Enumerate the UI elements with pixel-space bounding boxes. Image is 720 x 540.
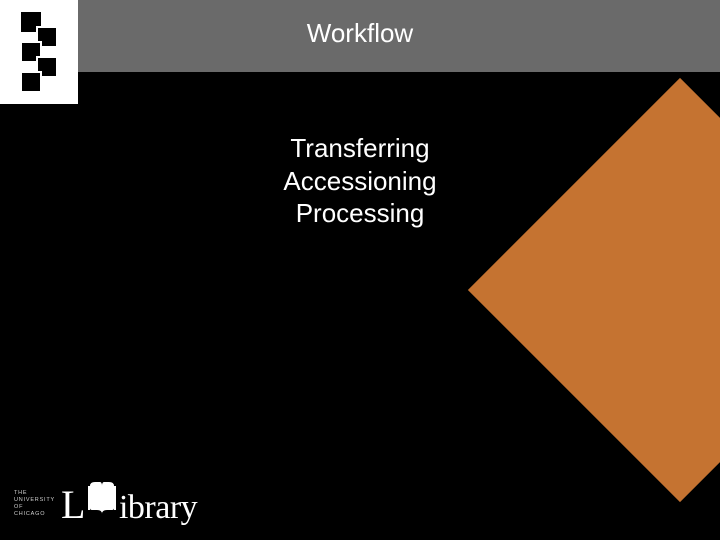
wordmark-rest: ibrary (119, 489, 197, 527)
institution-line: OF (14, 504, 55, 511)
body-text: Transferring Accessioning Processing (0, 132, 720, 230)
institution-name: THE UNIVERSITY OF CHICAGO (14, 490, 55, 518)
body-line: Accessioning (0, 165, 720, 198)
corner-logo (0, 0, 78, 104)
footer-logo: THE UNIVERSITY OF CHICAGO L ibrary (14, 480, 197, 528)
institution-line: UNIVERSITY (14, 497, 55, 504)
institution-line: CHICAGO (14, 511, 55, 518)
slide-title: Workflow (80, 0, 640, 49)
header-bar: Workflow (0, 0, 720, 72)
body-line: Transferring (0, 132, 720, 165)
wordmark-cap: L (61, 481, 85, 528)
slide: Workflow Transferring Accessioning Proce… (0, 0, 720, 540)
open-book-icon (87, 480, 117, 518)
library-wordmark: L ibrary (61, 480, 197, 528)
body-line: Processing (0, 197, 720, 230)
squares-icon (13, 10, 65, 94)
institution-line: THE (14, 490, 55, 497)
